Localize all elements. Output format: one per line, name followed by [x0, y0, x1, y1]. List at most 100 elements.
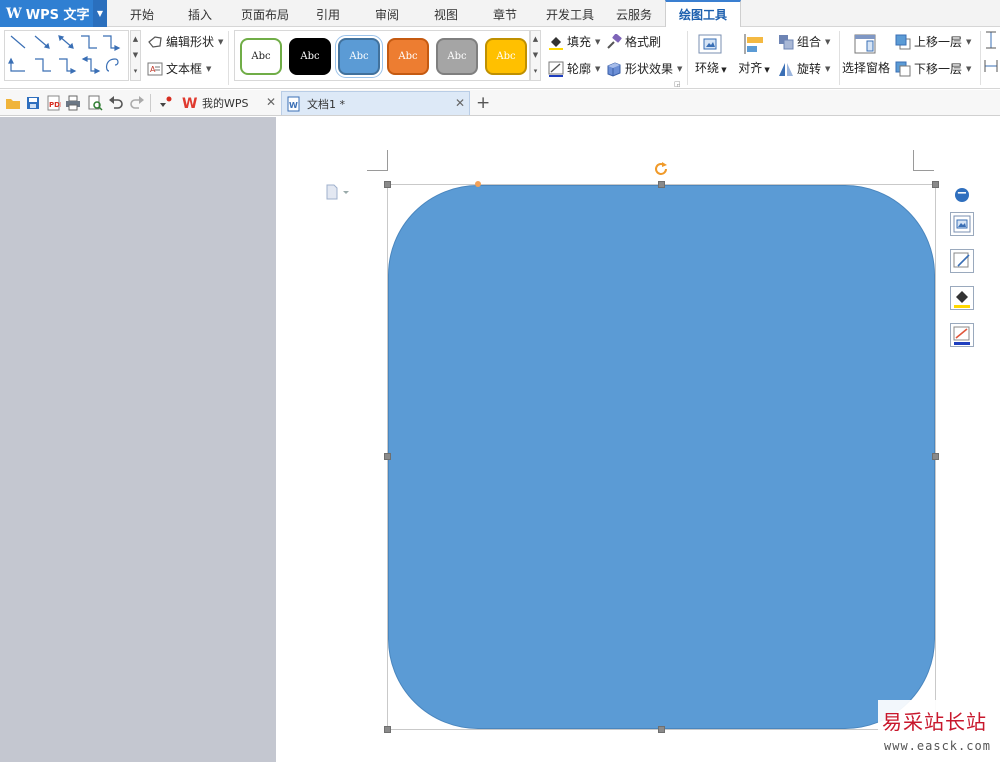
height-adjust-icon[interactable] [984, 31, 998, 49]
doc-tab-document1[interactable]: W 文档1 * ✕ [281, 91, 470, 115]
resize-handle-top-left[interactable] [384, 181, 391, 188]
corner-radius-adjust-handle[interactable] [475, 181, 481, 187]
style-preset-4[interactable]: Abc [387, 38, 429, 75]
dialog-launcher-icon[interactable]: ◲ [674, 80, 681, 88]
style-preset-6[interactable]: Abc [485, 38, 527, 75]
print-icon[interactable] [65, 95, 81, 111]
close-tab-icon[interactable]: ✕ [266, 95, 276, 109]
outline-label: 轮廓 [567, 62, 592, 76]
selection-pane-button[interactable]: 选择窗格 [842, 33, 890, 76]
rounded-rectangle-shape[interactable] [388, 185, 935, 729]
toolbar-divider [150, 94, 151, 112]
resize-handle-top[interactable] [658, 181, 665, 188]
style-gallery-scroll[interactable]: ▲ ▼ ▾ [530, 30, 541, 81]
edit-shape-icon [147, 34, 163, 50]
app-menu-button[interactable]: W WPS 文字 [0, 0, 93, 27]
shape-effects-cube-icon [606, 61, 622, 77]
new-tab-plus-icon[interactable]: + [476, 93, 490, 113]
page-corner-mark [913, 150, 934, 171]
text-box-button[interactable]: A 文本框 ▼ [147, 60, 211, 77]
undo-icon[interactable] [108, 95, 124, 111]
fill-button[interactable]: 填充 ▼ [548, 33, 600, 50]
page-corner-mark [367, 150, 388, 171]
tab-cloud-services[interactable]: 云服务 [609, 0, 659, 27]
float-fill-button[interactable] [950, 286, 974, 310]
float-edit-shape-button[interactable] [950, 249, 974, 273]
tab-chapter[interactable]: 章节 [482, 0, 528, 27]
print-preview-icon[interactable] [87, 95, 103, 111]
open-folder-icon[interactable] [5, 95, 21, 111]
rotate-icon [778, 61, 794, 77]
selection-pane-icon [853, 33, 877, 55]
doc-tab-my-wps[interactable]: W 我的WPS ✕ [178, 91, 280, 115]
group-button[interactable]: 组合 ▼ [778, 33, 830, 50]
resize-handle-left[interactable] [384, 453, 391, 460]
outline-color-icon [953, 326, 970, 345]
resize-handle-bottom-left[interactable] [384, 726, 391, 733]
collapse-float-toolbar-icon[interactable]: − [955, 187, 969, 202]
tab-start[interactable]: 开始 [117, 0, 167, 27]
app-dropdown-arrow-icon[interactable]: ▼ [93, 0, 107, 27]
style-preset-5[interactable]: Abc [436, 38, 478, 75]
svg-text:W: W [289, 101, 298, 110]
send-backward-icon [895, 61, 911, 77]
text-box-icon: A [147, 61, 163, 77]
width-adjust-icon[interactable] [984, 57, 998, 75]
align-button[interactable]: 对齐 ▼ [736, 33, 772, 76]
align-icon [742, 33, 766, 55]
save-icon[interactable] [25, 95, 41, 111]
fill-bucket-icon [954, 291, 970, 308]
paste-options-icon[interactable] [326, 184, 352, 200]
resize-handle-right[interactable] [932, 453, 939, 460]
shape-effects-label: 形状效果 [625, 62, 674, 76]
watermark-site-name: 易采站长站 [882, 710, 987, 734]
tab-developer-tools[interactable]: 开发工具 [539, 0, 601, 27]
line-shapes-icon[interactable] [5, 31, 130, 82]
tab-view[interactable]: 视图 [423, 0, 469, 27]
bring-forward-label: 上移一层 [914, 35, 963, 49]
style-preset-2[interactable]: Abc [289, 38, 331, 75]
export-pdf-icon[interactable]: PDF [45, 95, 65, 111]
app-title: WPS 文字 [25, 8, 90, 23]
tab-page-layout[interactable]: 页面布局 [233, 0, 297, 27]
outline-pen-icon [548, 61, 564, 77]
line-gallery-scroll[interactable]: ▲ ▼ ▾ [130, 30, 141, 81]
shape-style-gallery: Abc Abc Abc Abc Abc Abc [234, 30, 530, 81]
edit-shape-button[interactable]: 编辑形状 ▼ [147, 33, 223, 50]
redo-icon[interactable] [129, 95, 145, 111]
format-painter-button[interactable]: 格式刷 [606, 33, 661, 50]
wrap-button[interactable]: 环绕 ▼ [695, 33, 727, 76]
tab-review[interactable]: 审阅 [364, 0, 410, 27]
resize-handle-top-right[interactable] [932, 181, 939, 188]
tab-references[interactable]: 引用 [305, 0, 351, 27]
format-painter-brush-icon [606, 33, 622, 50]
svg-text:W: W [182, 96, 197, 111]
group-label: 组合 [797, 35, 822, 49]
rotate-label: 旋转 [797, 62, 822, 76]
shape-effects-button[interactable]: 形状效果 ▼ [606, 60, 682, 77]
send-backward-label: 下移一层 [914, 62, 963, 76]
customize-toolbar-icon[interactable] [157, 95, 173, 111]
rotate-button[interactable]: 旋转 ▼ [778, 60, 830, 77]
style-preset-1[interactable]: Abc [240, 38, 282, 75]
rotate-handle-icon[interactable] [654, 162, 669, 177]
svg-text:PDF: PDF [49, 101, 61, 109]
outline-button[interactable]: 轮廓 ▼ [548, 60, 600, 77]
send-backward-button[interactable]: 下移一层 ▼ [895, 60, 971, 77]
float-outline-button[interactable] [950, 323, 974, 347]
ribbon-separator [228, 31, 229, 85]
format-painter-label: 格式刷 [625, 35, 662, 49]
style-preset-3[interactable]: Abc [335, 35, 383, 78]
tab-drawing-tools[interactable]: 绘图工具 [665, 0, 741, 28]
float-wrap-button[interactable] [950, 212, 974, 236]
tab-insert[interactable]: 插入 [175, 0, 225, 27]
line-shape-gallery [4, 30, 129, 81]
resize-handle-bottom[interactable] [658, 726, 665, 733]
wrap-text-icon [698, 33, 722, 55]
close-tab-icon[interactable]: ✕ [455, 96, 465, 110]
bring-forward-button[interactable]: 上移一层 ▼ [895, 33, 971, 50]
ribbon: ▲ ▼ ▾ 编辑形状 ▼ A 文本框 ▼ Abc Abc Abc Abc Abc Abc ▲ ▼ ▾ … [0, 27, 1000, 89]
doc-tab-label: 我的WPS [202, 97, 249, 110]
wps-logo-icon: W [6, 5, 22, 22]
doc-tab-label: 文档1 * [307, 97, 345, 111]
